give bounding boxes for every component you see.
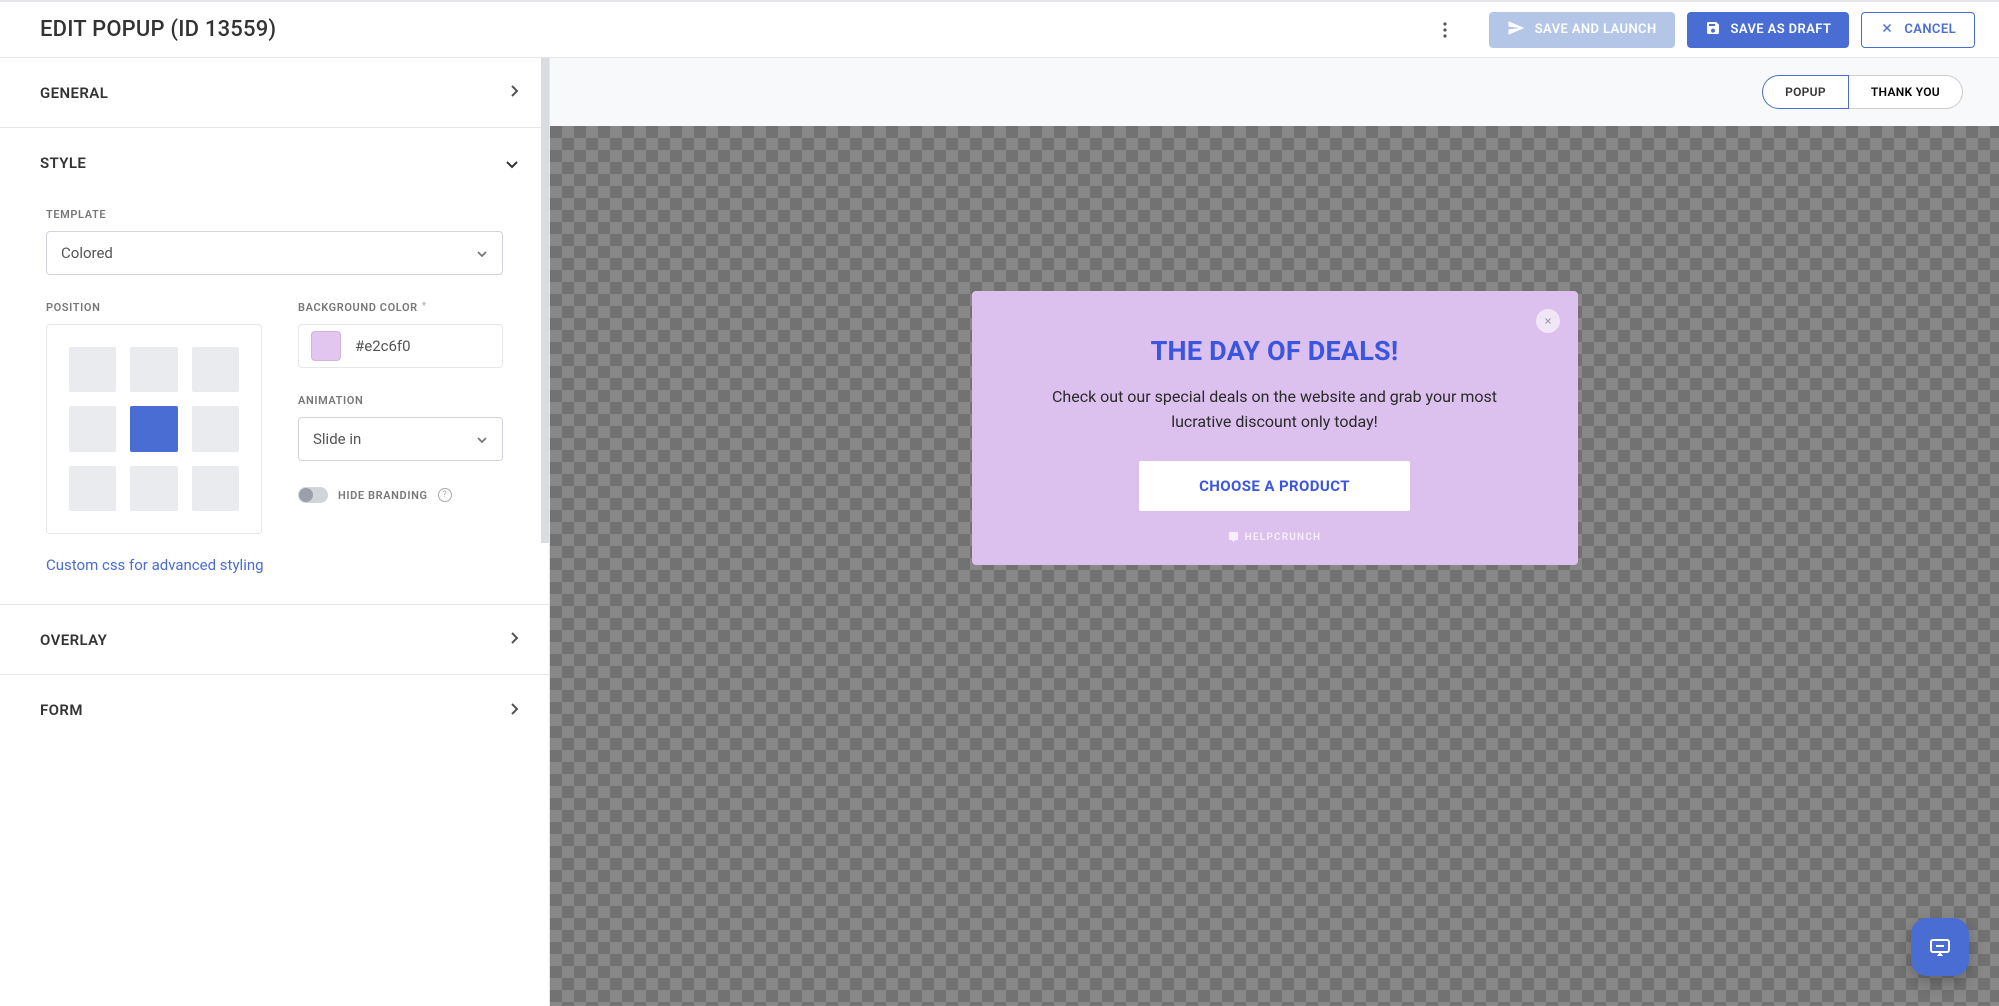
editor-sidebar: GENERAL STYLE TEMPLATE Colored POSITION xyxy=(0,58,550,1006)
preview-pane: POPUP THANK YOU THE DAY OF DEALS! Check … xyxy=(550,58,1999,1006)
section-overlay[interactable]: OVERLAY xyxy=(0,605,549,675)
save-icon xyxy=(1705,20,1731,40)
popup-branding: HELPCRUNCH xyxy=(1228,531,1322,545)
cancel-label: CANCEL xyxy=(1904,22,1956,37)
tab-popup[interactable]: POPUP xyxy=(1762,75,1849,109)
send-icon xyxy=(1507,19,1535,41)
position-top-center[interactable] xyxy=(130,347,177,392)
bg-color-input[interactable]: #e2c6f0 xyxy=(298,324,503,368)
preview-tabs: POPUP THANK YOU xyxy=(550,58,1999,126)
position-bottom-left[interactable] xyxy=(69,466,116,511)
chevron-right-icon xyxy=(509,83,519,102)
template-value: Colored xyxy=(61,244,113,262)
save-as-draft-button[interactable]: SAVE AS DRAFT xyxy=(1687,12,1850,48)
section-general-label: GENERAL xyxy=(40,84,108,102)
position-top-left[interactable] xyxy=(69,347,116,392)
bg-color-label: BACKGROUND COLOR* xyxy=(298,301,503,314)
chevron-down-icon xyxy=(476,430,488,448)
position-bottom-center[interactable] xyxy=(130,466,177,511)
cancel-button[interactable]: CANCEL xyxy=(1861,12,1975,48)
hide-branding-label: HIDE BRANDING xyxy=(338,489,428,502)
popup-heading: THE DAY OF DEALS! xyxy=(1151,335,1399,367)
chevron-down-icon xyxy=(476,244,488,262)
chevron-right-icon xyxy=(509,630,519,649)
color-swatch xyxy=(311,331,341,361)
page-title: EDIT POPUP (ID 13559) xyxy=(40,17,276,42)
chevron-down-icon xyxy=(505,154,519,173)
position-block: POSITION xyxy=(46,301,262,534)
template-label: TEMPLATE xyxy=(46,208,503,221)
close-icon xyxy=(1880,21,1904,39)
position-grid xyxy=(46,324,262,534)
bg-color-value: #e2c6f0 xyxy=(355,337,411,355)
section-form[interactable]: FORM xyxy=(0,675,549,745)
position-bottom-right[interactable] xyxy=(192,466,239,511)
custom-css-link[interactable]: Custom css for advanced styling xyxy=(46,556,503,574)
popup-brand-text: HELPCRUNCH xyxy=(1245,532,1322,543)
scrollbar[interactable] xyxy=(541,58,549,543)
popup-body-text: Check out our special deals on the websi… xyxy=(1035,385,1515,435)
template-select[interactable]: Colored xyxy=(46,231,503,275)
position-top-right[interactable] xyxy=(192,347,239,392)
more-icon[interactable] xyxy=(1433,18,1457,42)
section-overlay-label: OVERLAY xyxy=(40,631,107,649)
preview-canvas: THE DAY OF DEALS! Check out our special … xyxy=(550,126,1999,1006)
animation-label: ANIMATION xyxy=(298,394,503,407)
position-middle-left[interactable] xyxy=(69,406,116,451)
position-middle-right[interactable] xyxy=(192,406,239,451)
section-general[interactable]: GENERAL xyxy=(0,58,549,128)
chat-fab[interactable] xyxy=(1911,918,1969,976)
tab-thank-you[interactable]: THANK YOU xyxy=(1849,75,1963,109)
popup-preview: THE DAY OF DEALS! Check out our special … xyxy=(972,291,1578,565)
style-panel: TEMPLATE Colored POSITION xyxy=(0,198,549,605)
position-middle-center[interactable] xyxy=(130,406,177,451)
popup-cta-button[interactable]: CHOOSE A PRODUCT xyxy=(1139,461,1410,511)
animation-select[interactable]: Slide in xyxy=(298,417,503,461)
section-style[interactable]: STYLE xyxy=(0,128,549,198)
topbar: EDIT POPUP (ID 13559) SAVE AND LAUNCH SA… xyxy=(0,2,1999,58)
animation-value: Slide in xyxy=(313,430,361,448)
chevron-right-icon xyxy=(509,701,519,720)
save-as-draft-label: SAVE AS DRAFT xyxy=(1731,22,1832,37)
section-style-label: STYLE xyxy=(40,154,86,172)
brand-icon xyxy=(1228,531,1239,545)
help-icon[interactable]: ? xyxy=(438,488,452,502)
hide-branding-toggle[interactable] xyxy=(298,487,328,503)
popup-close-icon[interactable] xyxy=(1536,309,1560,333)
section-form-label: FORM xyxy=(40,701,83,719)
position-label: POSITION xyxy=(46,301,262,314)
save-and-launch-button[interactable]: SAVE AND LAUNCH xyxy=(1489,12,1675,48)
save-and-launch-label: SAVE AND LAUNCH xyxy=(1535,22,1657,37)
